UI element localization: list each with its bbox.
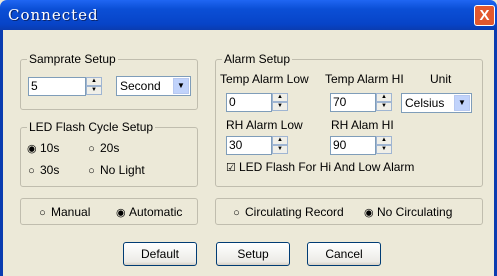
alarm-legend: Alarm Setup — [224, 52, 291, 66]
temp-low-input[interactable]: 0 — [226, 93, 272, 112]
spin-up-icon[interactable]: ▲ — [376, 136, 392, 145]
led-cycle-legend: LED Flash Cycle Setup — [29, 120, 154, 134]
close-button[interactable]: X — [474, 5, 495, 26]
default-button[interactable]: Default — [123, 242, 197, 266]
cancel-button[interactable]: Cancel — [307, 242, 381, 266]
rh-low-input[interactable]: 30 — [226, 136, 272, 155]
samprate-unit-value: Second — [120, 79, 161, 93]
checkbox-checked-icon: ☑ — [226, 162, 236, 174]
spin-up-icon[interactable]: ▲ — [86, 77, 102, 86]
spin-up-icon[interactable]: ▲ — [376, 93, 392, 102]
radio-checked-icon: ◉ — [27, 143, 37, 155]
radio-checked-icon: ◉ — [116, 207, 126, 219]
rh-low-spinner[interactable]: ▲ ▼ — [272, 136, 288, 155]
mode-radio-manual[interactable]: ○ Manual — [38, 205, 90, 219]
radio-empty-icon: ○ — [233, 207, 240, 219]
chevron-down-icon[interactable]: ▼ — [454, 95, 470, 111]
radio-checked-icon: ◉ — [364, 207, 374, 219]
temp-low-label: Temp Alarm Low — [220, 72, 309, 86]
mode-radio-automatic[interactable]: ◉ Automatic — [116, 205, 182, 219]
unit-value: Celsius — [405, 96, 445, 110]
radio-empty-icon: ○ — [88, 143, 95, 155]
window-border-left — [0, 30, 3, 276]
spin-up-icon[interactable]: ▲ — [272, 136, 288, 145]
radio-empty-icon: ○ — [88, 165, 95, 177]
led-flash-alarm-checkbox[interactable]: ☑ LED Flash For Hi And Low Alarm — [226, 160, 414, 174]
samprate-legend: Samprate Setup — [29, 52, 116, 66]
temp-hi-input[interactable]: 70 — [330, 93, 376, 112]
spin-down-icon[interactable]: ▼ — [376, 102, 392, 111]
spin-down-icon[interactable]: ▼ — [376, 145, 392, 154]
led-radio-10s[interactable]: ◉ 10s — [27, 141, 59, 155]
samprate-unit-select[interactable]: Second ▼ — [116, 76, 191, 96]
chevron-down-icon[interactable]: ▼ — [173, 78, 189, 94]
rh-hi-spinner[interactable]: ▲ ▼ — [376, 136, 392, 155]
title-bar: Connected X — [0, 0, 497, 30]
samprate-spinner[interactable]: ▲ ▼ — [86, 77, 102, 96]
rh-hi-label: RH Alam HI — [331, 118, 394, 132]
record-radio-circulating[interactable]: ○ Circulating Record — [232, 205, 344, 219]
window-title: Connected — [8, 6, 99, 24]
radio-empty-icon: ○ — [39, 207, 46, 219]
unit-select[interactable]: Celsius ▼ — [401, 93, 472, 113]
samprate-input[interactable]: 5 — [28, 77, 86, 96]
temp-hi-label: Temp Alarm HI — [325, 72, 404, 86]
spin-down-icon[interactable]: ▼ — [272, 145, 288, 154]
led-radio-no-light[interactable]: ○ No Light — [87, 163, 145, 177]
radio-empty-icon: ○ — [28, 165, 35, 177]
rh-hi-input[interactable]: 90 — [330, 136, 376, 155]
record-radio-no-circulating[interactable]: ◉ No Circulating — [364, 205, 452, 219]
led-radio-30s[interactable]: ○ 30s — [27, 163, 59, 177]
spin-up-icon[interactable]: ▲ — [272, 93, 288, 102]
unit-label: Unit — [430, 72, 452, 86]
spin-down-icon[interactable]: ▼ — [86, 86, 102, 95]
rh-low-label: RH Alarm Low — [226, 118, 303, 132]
led-radio-20s[interactable]: ○ 20s — [87, 141, 119, 155]
temp-hi-spinner[interactable]: ▲ ▼ — [376, 93, 392, 112]
spin-down-icon[interactable]: ▼ — [272, 102, 288, 111]
temp-low-spinner[interactable]: ▲ ▼ — [272, 93, 288, 112]
setup-button[interactable]: Setup — [216, 242, 290, 266]
